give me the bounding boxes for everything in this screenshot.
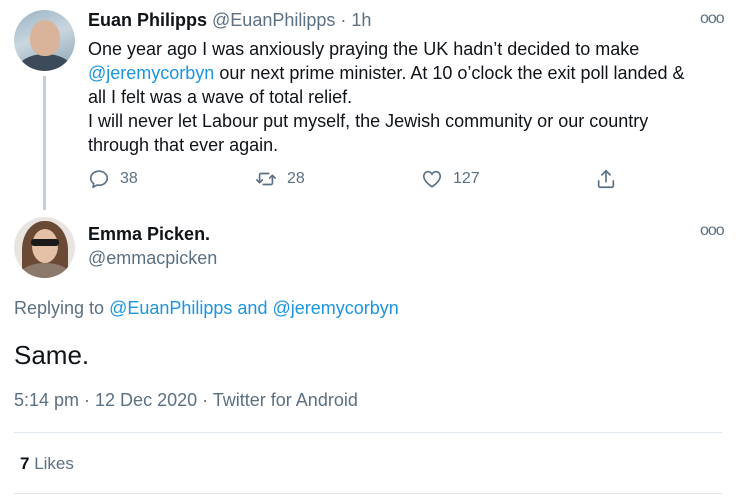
share-button[interactable] [595, 168, 617, 190]
more-options-icon[interactable]: ooo [700, 10, 725, 28]
tweet-text-line: One year ago I was anxiously praying the… [88, 39, 640, 59]
replying-to: Replying to @EuanPhilipps and @jeremycor… [14, 298, 399, 319]
tweet-text-line: through that ever again. [88, 135, 279, 155]
tweet-header: Euan Philipps @EuanPhilipps · 1h [88, 10, 371, 31]
reply-icon [89, 170, 109, 189]
mention-link[interactable]: @jeremycorbyn [88, 63, 214, 83]
tweet-time[interactable]: 1h [351, 10, 371, 30]
like-icon [422, 170, 442, 188]
like-count: 127 [453, 170, 480, 187]
author-handle[interactable]: @EuanPhilipps [212, 10, 335, 30]
mention-link[interactable]: @jeremycorbyn [272, 298, 398, 318]
author-handle[interactable]: @emmacpicken [88, 248, 217, 269]
retweet-count: 28 [287, 170, 305, 187]
likes-count: 7 [20, 454, 30, 473]
tweet-text-line: @jeremycorbyn our next prime minister. A… [88, 61, 728, 85]
tweet-actions: 38 28 127 [0, 168, 746, 194]
parent-tweet[interactable]: Euan Philipps @EuanPhilipps · 1h ooo One… [0, 0, 746, 210]
tweet-text: One year ago I was anxiously praying the… [88, 37, 728, 157]
author-name[interactable]: Emma Picken. [88, 224, 210, 245]
retweet-icon [256, 172, 276, 186]
tweet-text-fragment: our next prime minister. At 10 o’clock t… [214, 63, 685, 83]
reply-count: 38 [120, 170, 138, 187]
share-icon [597, 169, 615, 189]
more-options-icon[interactable]: ooo [700, 222, 725, 240]
reply-button[interactable]: 38 [88, 168, 138, 190]
avatar[interactable] [14, 10, 75, 71]
likes-stat[interactable]: 7 Likes [20, 454, 74, 474]
replying-prefix: Replying to [14, 298, 110, 318]
avatar[interactable] [14, 217, 75, 278]
divider [14, 493, 722, 494]
tweet-text: Same. [14, 340, 90, 370]
tweet-timestamp[interactable]: 5:14 pm · 12 Dec 2020 · Twitter for Andr… [14, 390, 358, 411]
like-button[interactable]: 127 [421, 168, 480, 190]
retweet-button[interactable]: 28 [255, 168, 305, 190]
tweet-text-line: all I felt was a wave of total relief. [88, 87, 353, 107]
author-name[interactable]: Euan Philipps [88, 10, 207, 30]
tweet-text-line: I will never let Labour put myself, the … [88, 111, 649, 131]
likes-label: Likes [34, 454, 74, 473]
divider [14, 432, 722, 433]
mention-link[interactable]: @EuanPhilipps [109, 298, 232, 318]
replying-and: and [232, 298, 273, 318]
header-separator: · [340, 10, 347, 30]
